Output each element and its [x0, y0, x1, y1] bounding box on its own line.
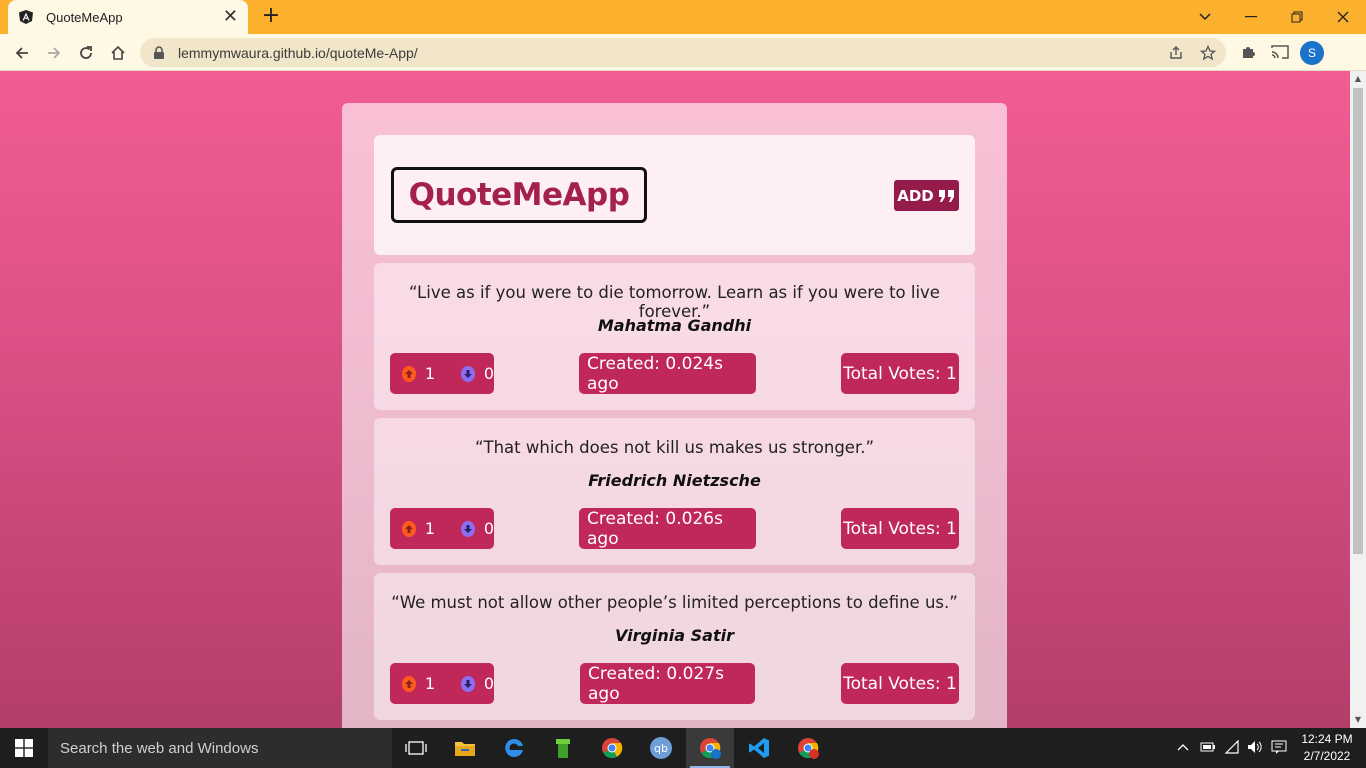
downvote-icon[interactable]: [461, 365, 475, 382]
volume-icon[interactable]: [1247, 740, 1263, 756]
scroll-up-icon[interactable]: ▲: [1354, 75, 1362, 83]
vote-controls: 1 0: [390, 508, 494, 549]
cast-icon[interactable]: [1271, 44, 1289, 60]
windows-taskbar: Search the web and Windows qb 12:24 PM 2…: [0, 728, 1366, 768]
upvote-count: 1: [424, 364, 435, 383]
scroll-down-icon[interactable]: ▼: [1354, 716, 1362, 724]
vote-controls: 1 0: [390, 663, 494, 704]
scroll-thumb[interactable]: [1353, 88, 1363, 554]
close-window-icon[interactable]: [1320, 0, 1366, 34]
battery-icon[interactable]: [1200, 740, 1216, 756]
reload-icon[interactable]: [73, 40, 99, 66]
windows-logo-icon: [15, 739, 33, 757]
green-cylinder-app-icon[interactable]: [539, 728, 587, 768]
edge-browser-icon[interactable]: [490, 728, 538, 768]
extensions-icon[interactable]: [1240, 44, 1256, 60]
add-quote-button[interactable]: ADD: [894, 180, 959, 211]
bookmark-star-icon[interactable]: [1200, 45, 1216, 61]
show-hidden-icons-icon[interactable]: [1175, 740, 1191, 756]
downvote-count: 0: [483, 674, 494, 693]
new-tab-button[interactable]: +: [259, 5, 283, 29]
app-container: QuoteMeApp ADD “Live as if you were to d…: [342, 103, 1007, 728]
home-icon[interactable]: [105, 40, 131, 66]
logo: QuoteMeApp: [391, 167, 647, 223]
upvote-icon[interactable]: [402, 675, 416, 692]
chrome-profile-active-icon[interactable]: [686, 728, 734, 768]
angular-icon: [19, 10, 33, 24]
created-time-badge: Created: 0.024s ago: [579, 353, 756, 394]
logo-text: QuoteMeApp: [408, 177, 630, 213]
upvote-count: 1: [424, 519, 435, 538]
downvote-icon[interactable]: [461, 675, 475, 692]
quote-text: “That which does not kill us makes us st…: [474, 438, 875, 457]
forward-icon[interactable]: [41, 40, 67, 66]
share-icon[interactable]: [1168, 45, 1184, 61]
notifications-icon[interactable]: [1271, 740, 1287, 756]
quote-author: Mahatma Gandhi: [597, 316, 752, 335]
wifi-icon[interactable]: [1224, 739, 1240, 756]
back-icon[interactable]: [9, 40, 35, 66]
clock-time: 12:24 PM: [1301, 732, 1353, 746]
quote-card: “Live as if you were to die tomorrow. Le…: [374, 263, 975, 410]
tab-title: QuoteMeApp: [46, 9, 123, 25]
created-time-badge: Created: 0.027s ago: [580, 663, 755, 704]
taskbar-search-box[interactable]: Search the web and Windows: [48, 728, 392, 768]
browser-tab[interactable]: QuoteMeApp ✕: [8, 0, 248, 34]
quote-card: “We must not allow other people’s limite…: [374, 573, 975, 720]
restore-icon[interactable]: [1274, 0, 1320, 34]
clock-date: 2/7/2022: [1303, 749, 1351, 763]
vscode-icon[interactable]: [735, 728, 783, 768]
page-scrollbar[interactable]: ▲ ▼: [1350, 71, 1366, 728]
chrome-profile-2-icon[interactable]: [784, 728, 832, 768]
upvote-icon[interactable]: [402, 520, 416, 537]
profile-avatar[interactable]: S: [1300, 41, 1324, 65]
downvote-count: 0: [483, 519, 494, 538]
close-tab-icon[interactable]: ✕: [223, 8, 238, 26]
downvote-count: 0: [483, 364, 494, 383]
app-header: QuoteMeApp ADD: [374, 135, 975, 255]
total-votes-badge: Total Votes: 1: [841, 508, 959, 549]
windows-start-button[interactable]: [0, 728, 48, 768]
file-explorer-icon[interactable]: [441, 728, 489, 768]
add-button-label: ADD: [897, 186, 934, 205]
address-bar[interactable]: lemmymwaura.github.io/quoteMe-App/: [140, 38, 1226, 67]
svg-text:qb: qb: [654, 742, 668, 755]
lock-icon: [154, 45, 164, 59]
browser-tabstrip: QuoteMeApp ✕ +: [0, 0, 1366, 34]
quote-card: “That which does not kill us makes us st…: [374, 418, 975, 565]
system-clock[interactable]: 12:24 PM 2/7/2022: [1298, 731, 1356, 765]
url-text: lemmymwaura.github.io/quoteMe-App/: [178, 44, 418, 61]
downvote-icon[interactable]: [461, 520, 475, 537]
quote-author: Friedrich Nietzsche: [588, 471, 761, 490]
total-votes-badge: Total Votes: 1: [841, 663, 959, 704]
browser-toolbar: lemmymwaura.github.io/quoteMe-App/: [0, 34, 1366, 71]
quote-icon: [938, 189, 954, 202]
total-votes-badge: Total Votes: 1: [841, 353, 959, 394]
upvote-count: 1: [424, 674, 435, 693]
qbittorrent-icon[interactable]: qb: [637, 728, 685, 768]
vote-controls: 1 0: [390, 353, 494, 394]
quote-text: “We must not allow other people’s limite…: [391, 593, 958, 612]
upvote-icon[interactable]: [402, 365, 416, 382]
created-time-badge: Created: 0.026s ago: [579, 508, 756, 549]
task-view-icon[interactable]: [392, 728, 440, 768]
tab-search-icon[interactable]: [1182, 0, 1228, 34]
page-background: QuoteMeApp ADD “Live as if you were to d…: [0, 71, 1350, 728]
chrome-icon[interactable]: [588, 728, 636, 768]
minimize-icon[interactable]: [1228, 0, 1274, 34]
quote-author: Virginia Satir: [615, 626, 734, 645]
